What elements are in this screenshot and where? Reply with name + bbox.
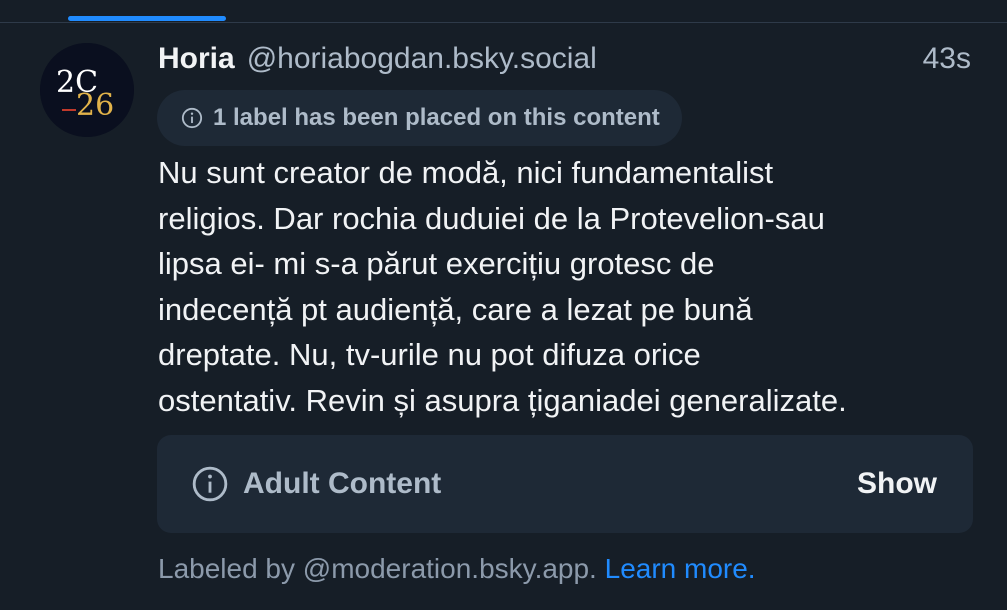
avatar-logo: 2C 26: [40, 43, 134, 137]
post-text: Nu sunt creator de modă, nici fundamenta…: [158, 155, 847, 418]
moderation-footer: Labeled by @moderation.bsky.app. Learn m…: [158, 553, 756, 585]
label-notice-button[interactable]: 1 label has been placed on this content: [157, 90, 682, 146]
label-notice-text: 1 label has been placed on this content: [213, 104, 660, 131]
content-warning[interactable]: Adult Content Show: [157, 435, 973, 533]
labeled-by-text: Labeled by @moderation.bsky.app.: [158, 553, 597, 584]
active-tab-indicator: [68, 16, 226, 21]
show-content-button[interactable]: Show: [857, 467, 937, 501]
post-header: Horia @horiabogdan.bsky.social: [158, 42, 597, 82]
content-warning-label: Adult Content: [191, 465, 441, 503]
author-handle[interactable]: @horiabogdan.bsky.social: [247, 42, 597, 76]
info-icon: [192, 466, 228, 502]
avatar[interactable]: 2C 26: [40, 43, 134, 137]
post-timestamp[interactable]: 43s: [923, 42, 971, 76]
author-name[interactable]: Horia: [158, 42, 235, 76]
avatar-logo-bottom: 26: [76, 88, 114, 123]
content-warning-title: Adult Content: [243, 467, 442, 500]
learn-more-link[interactable]: Learn more.: [605, 553, 756, 584]
info-icon: [181, 107, 203, 129]
feed-tab-bar: [0, 0, 1007, 23]
